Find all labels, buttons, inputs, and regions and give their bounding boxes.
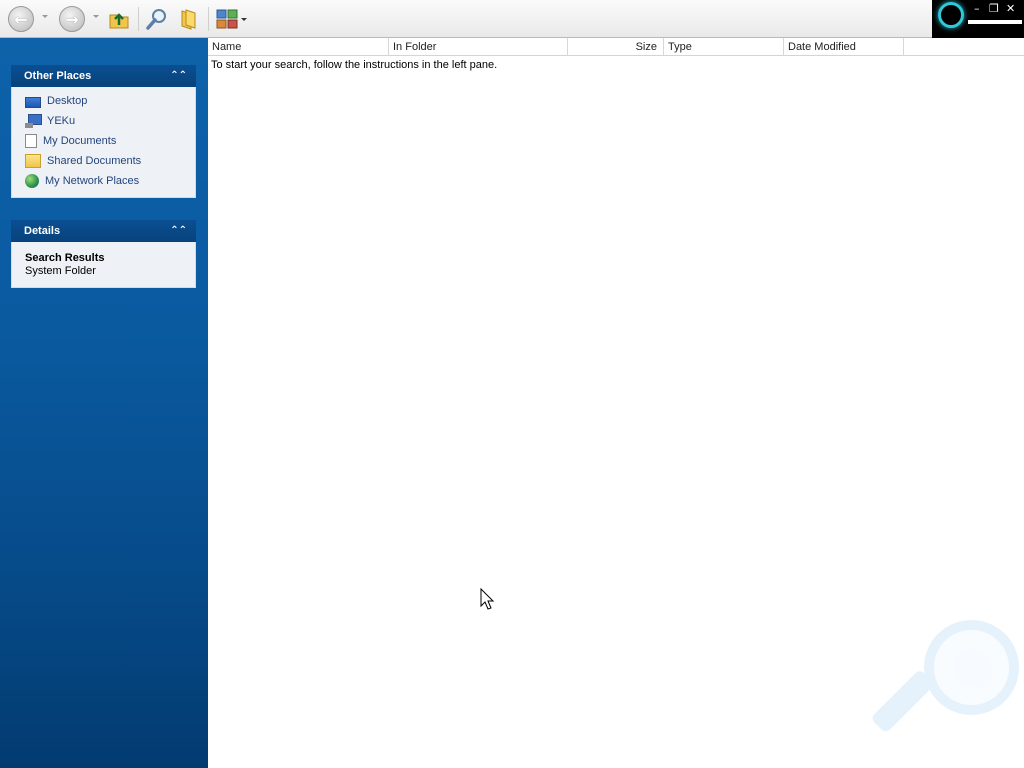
collapse-chevron-icon[interactable]: ⌃⌃ <box>170 65 187 87</box>
toolbar: ← → – ❐ ✕ <box>0 0 1024 38</box>
place-label: Shared Documents <box>47 155 142 167</box>
folders-button[interactable] <box>176 5 202 33</box>
window-controls: – ❐ ✕ <box>932 0 1024 38</box>
back-button[interactable]: ← <box>8 5 34 33</box>
details-body: Search Results System Folder <box>11 242 196 288</box>
column-in-folder[interactable]: In Folder <box>389 38 568 56</box>
details-header[interactable]: Details ⌃⌃ <box>11 220 196 242</box>
views-button[interactable] <box>214 5 248 33</box>
up-folder-icon <box>109 13 129 29</box>
other-places-panel: Other Places ⌃⌃ Desktop YEKu My Document… <box>11 65 196 198</box>
title-bar-strip <box>968 20 1022 24</box>
details-title: Details <box>24 225 61 237</box>
search-icon <box>146 9 166 30</box>
forward-arrow-icon: → <box>59 6 85 32</box>
column-header: Name In Folder Size Type Date Modified <box>208 38 1024 56</box>
network-icon <box>25 174 39 188</box>
up-button[interactable] <box>106 5 132 33</box>
place-item-shared-documents[interactable]: Shared Documents <box>12 151 195 171</box>
back-dropdown-icon[interactable] <box>42 15 48 18</box>
mouse-cursor-icon <box>480 588 495 610</box>
details-panel: Details ⌃⌃ Search Results System Folder <box>11 220 196 288</box>
details-type: System Folder <box>25 265 96 277</box>
toolbar-separator <box>208 7 209 31</box>
place-item-my-documents[interactable]: My Documents <box>12 131 195 151</box>
other-places-list: Desktop YEKu My Documents Shared Documen… <box>11 87 196 198</box>
task-pane: Other Places ⌃⌃ Desktop YEKu My Document… <box>0 38 208 768</box>
column-name[interactable]: Name <box>208 38 389 56</box>
back-arrow-icon: ← <box>8 6 34 32</box>
close-button[interactable]: ✕ <box>1006 2 1015 15</box>
minimize-button[interactable]: – <box>974 2 980 15</box>
computer-icon <box>25 114 42 128</box>
search-button[interactable] <box>144 5 170 33</box>
documents-icon <box>25 134 37 148</box>
place-item-computer[interactable]: YEKu <box>12 111 195 131</box>
place-label: YEKu <box>47 115 76 127</box>
column-date-modified[interactable]: Date Modified <box>784 38 904 56</box>
column-type[interactable]: Type <box>664 38 784 56</box>
forward-button[interactable]: → <box>59 5 85 33</box>
place-label: My Network Places <box>45 175 140 187</box>
place-item-desktop[interactable]: Desktop <box>12 91 195 111</box>
toolbar-separator <box>138 7 139 31</box>
results-pane: Name In Folder Size Type Date Modified T… <box>208 38 1024 768</box>
place-label: Desktop <box>47 95 88 107</box>
desktop-icon <box>25 96 41 108</box>
folder-icon <box>25 154 41 168</box>
other-places-title: Other Places <box>24 70 92 82</box>
folders-icon <box>181 9 196 30</box>
forward-dropdown-icon[interactable] <box>93 15 99 18</box>
details-name: Search Results <box>25 252 105 264</box>
collapse-chevron-icon[interactable]: ⌃⌃ <box>170 220 187 242</box>
place-item-network-places[interactable]: My Network Places <box>12 171 195 191</box>
start-orb-icon[interactable] <box>938 2 964 28</box>
place-label: My Documents <box>43 135 117 147</box>
column-size[interactable]: Size <box>568 38 664 56</box>
other-places-header[interactable]: Other Places ⌃⌃ <box>11 65 196 87</box>
restore-button[interactable]: ❐ <box>989 2 999 15</box>
search-hint: To start your search, follow the instruc… <box>211 59 498 71</box>
search-watermark-icon <box>870 620 1024 768</box>
views-icon <box>216 9 238 29</box>
views-dropdown-icon <box>241 17 247 21</box>
